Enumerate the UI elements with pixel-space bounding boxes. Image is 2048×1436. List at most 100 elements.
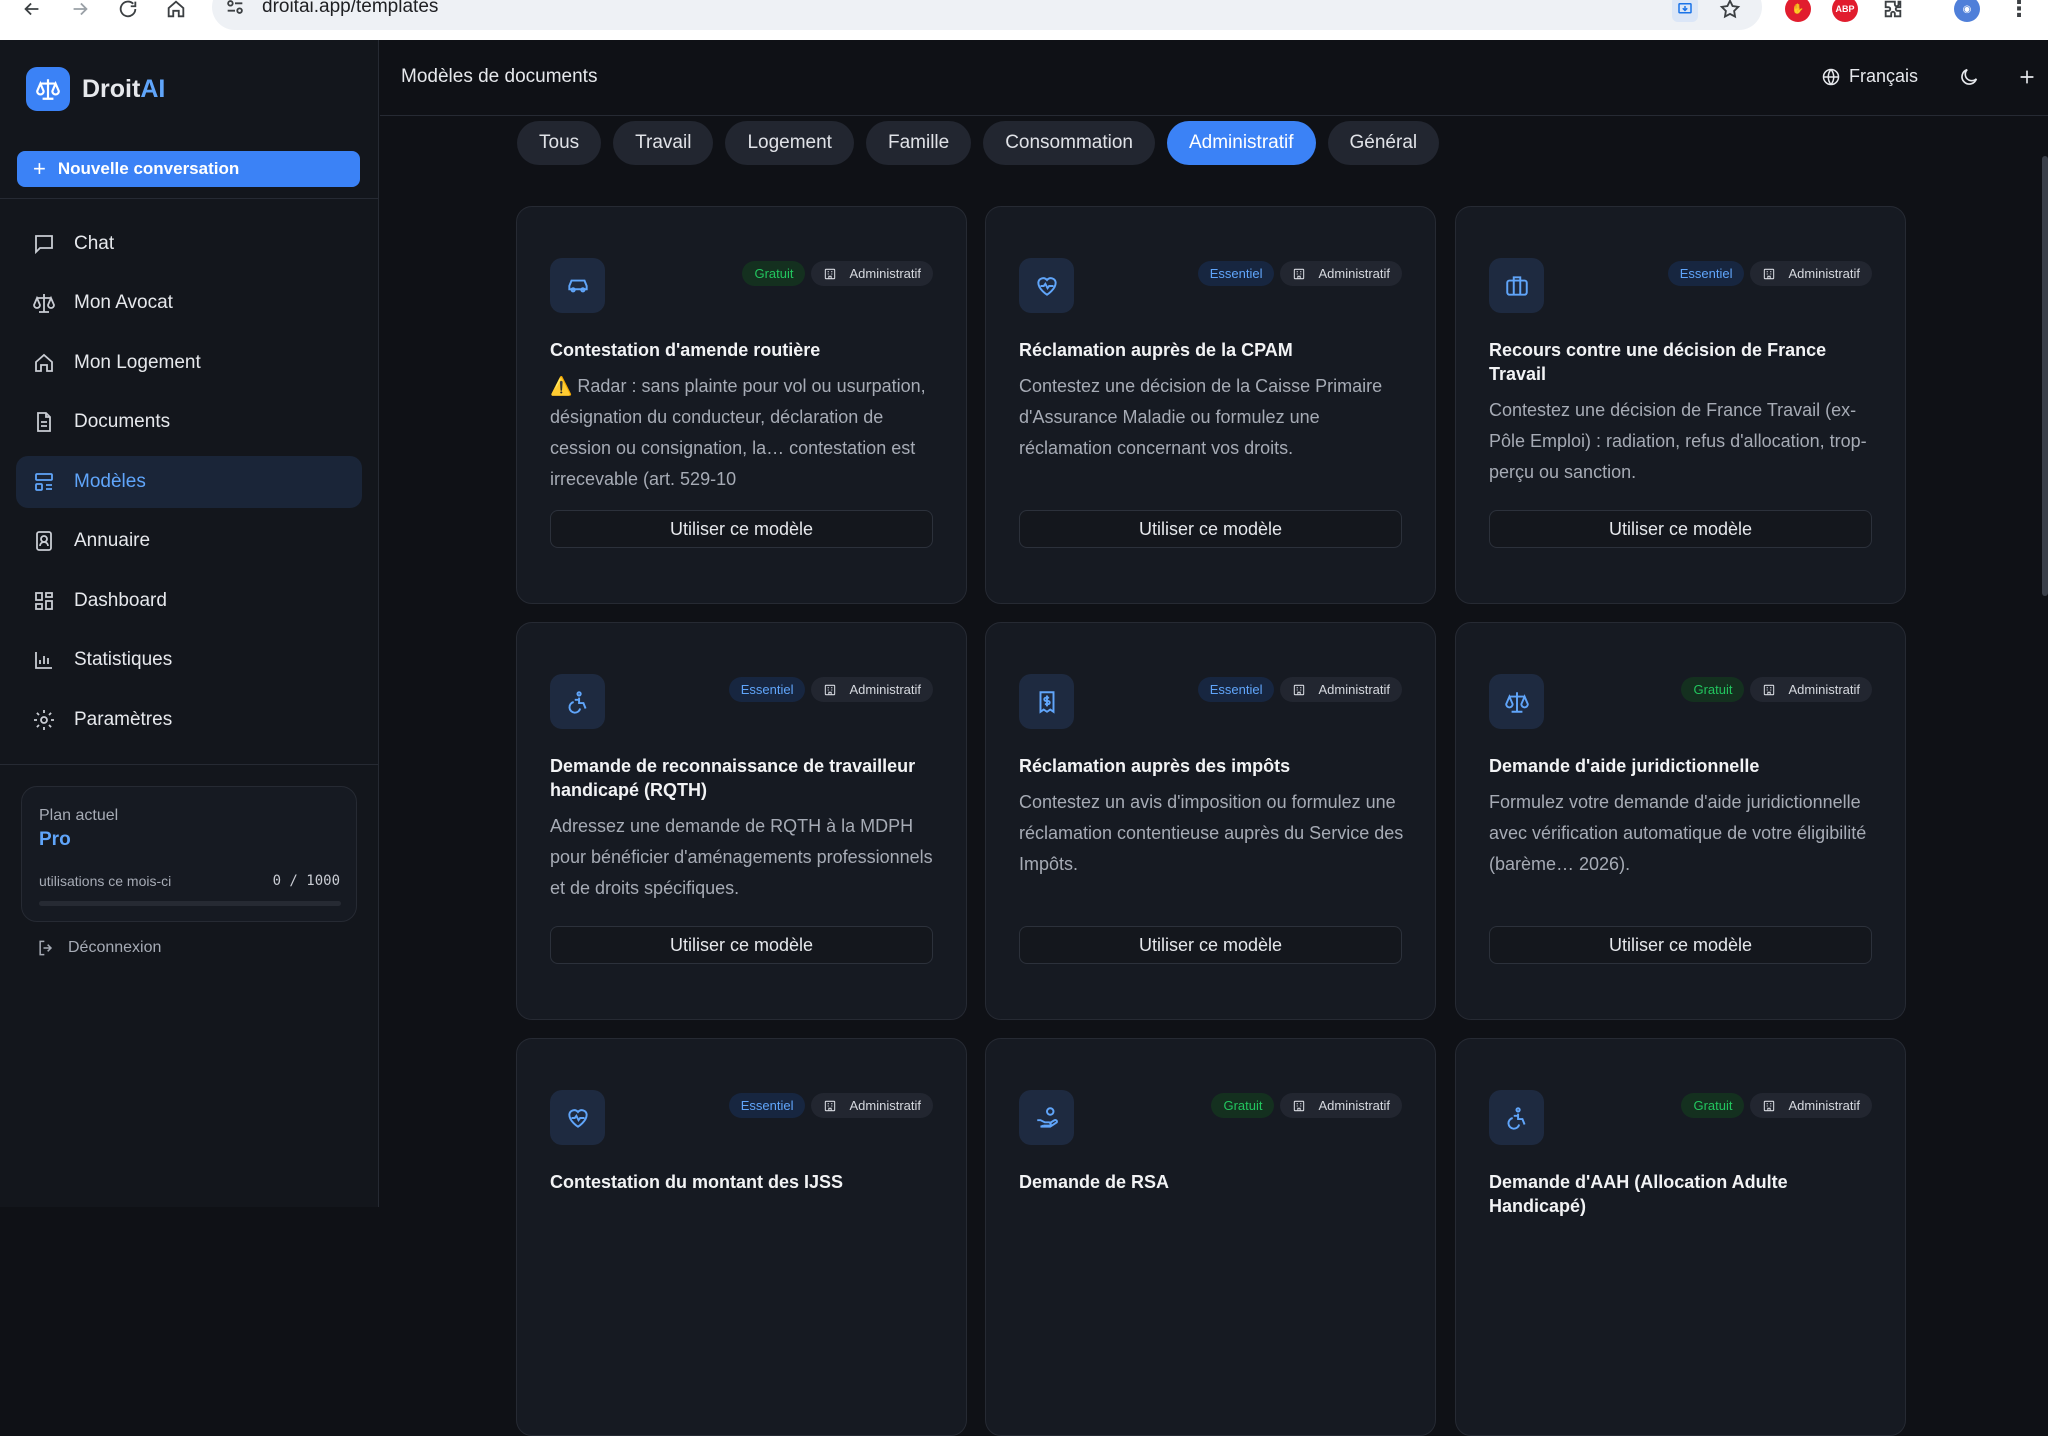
new-conversation-button[interactable]: + Nouvelle conversation: [17, 151, 360, 187]
use-template-button[interactable]: Utiliser ce modèle: [550, 510, 933, 548]
category-badge: Administratif: [1280, 1093, 1402, 1118]
sidebar-item-label: Chat: [74, 233, 115, 254]
category-badge: Administratif: [1280, 677, 1402, 702]
sidebar-item-label: Mon Avocat: [74, 292, 173, 313]
template-card: Essentiel Administratif Contestation du …: [516, 1038, 967, 1436]
card-description: Contestez une décision de la Caisse Prim…: [1019, 376, 1383, 458]
adblock-icon[interactable]: ABP: [1832, 0, 1858, 22]
bookmark-star-icon[interactable]: [1717, 0, 1743, 22]
sidebar-item-documents[interactable]: Documents: [16, 396, 362, 448]
extensions-puzzle-icon[interactable]: [1880, 0, 1906, 22]
sidebar-item-annuaire[interactable]: Annuaire: [16, 515, 362, 567]
filter-travail[interactable]: Travail: [613, 121, 714, 165]
main-scrollbar[interactable]: [2042, 156, 2048, 596]
layout-icon: [35, 473, 53, 491]
use-template-button[interactable]: Utiliser ce modèle: [1489, 926, 1872, 964]
category-label: Administratif: [1788, 266, 1860, 281]
use-template-button[interactable]: Utiliser ce modèle: [550, 926, 933, 964]
category-label: Administratif: [1318, 682, 1390, 697]
category-label: Administratif: [849, 1098, 921, 1113]
card-title: Réclamation auprès des impôts: [1019, 756, 1291, 776]
sidebar-item-modeles[interactable]: Modèles: [16, 456, 362, 508]
brand-name: DroitAI: [82, 75, 165, 104]
card-title: Contestation du montant des IJSS: [550, 1172, 844, 1192]
tier-badge: Essentiel: [728, 677, 806, 702]
tier-badge: Gratuit: [1211, 1093, 1275, 1118]
sidebar-item-label: Statistiques: [74, 649, 173, 670]
language-selector[interactable]: Français: [1821, 66, 1918, 87]
sidebar-item-label: Documents: [74, 411, 171, 432]
reload-icon[interactable]: [110, 0, 146, 27]
url-text[interactable]: droitai.app/templates: [262, 0, 438, 18]
extension-hand-icon[interactable]: ✋: [1785, 0, 1811, 22]
dark-mode-toggle[interactable]: [1958, 66, 1980, 88]
card-title: Réclamation auprès de la CPAM: [1019, 340, 1293, 360]
new-conversation-label: Nouvelle conversation: [57, 159, 240, 178]
page-title: Modèles de documents: [401, 66, 598, 87]
category-badge: Administratif: [1750, 677, 1872, 702]
filter-administratif[interactable]: Administratif: [1166, 121, 1316, 165]
category-label: Administratif: [1318, 1098, 1390, 1113]
sidebar-item-label: Mon Logement: [74, 352, 201, 373]
category-label: Administratif: [849, 266, 921, 281]
filter-consommation[interactable]: Consommation: [983, 121, 1155, 165]
sidebar-item-mon-avocat[interactable]: Mon Avocat: [16, 277, 362, 329]
sidebar-item-dashboard[interactable]: Dashboard: [16, 575, 362, 627]
card-title: Demande d'aide juridictionnelle: [1489, 756, 1760, 776]
template-card: Essentiel Administratif Réclamation aupr…: [985, 622, 1436, 1020]
template-card: Gratuit Administratif Demande d'AAH (All…: [1455, 1038, 1906, 1436]
tier-badge: Essentiel: [728, 1093, 806, 1118]
sidebar-item-statistiques[interactable]: Statistiques: [16, 634, 362, 686]
card-title: Recours contre une décision de France Tr…: [1489, 340, 1827, 384]
site-settings-icon[interactable]: [224, 0, 246, 18]
top-header: Modèles de documents Français: [380, 40, 2048, 116]
bar-chart-icon: [35, 652, 52, 669]
use-template-button[interactable]: Utiliser ce modèle: [1489, 510, 1872, 548]
use-template-button[interactable]: Utiliser ce modèle: [1019, 510, 1402, 548]
card-description: Contestez une décision de France Travail…: [1489, 400, 1867, 482]
card-title: Demande de RSA: [1019, 1172, 1170, 1192]
use-template-button[interactable]: Utiliser ce modèle: [1019, 926, 1402, 964]
sidebar-item-chat[interactable]: Chat: [16, 218, 362, 270]
sidebar-item-label: Dashboard: [74, 590, 167, 611]
address-bar[interactable]: [212, 0, 1762, 30]
tier-badge: Essentiel: [1667, 261, 1745, 286]
tier-badge: Essentiel: [1197, 677, 1275, 702]
plus-icon: [2020, 70, 2034, 84]
sidebar-item-parametres[interactable]: Paramètres: [16, 694, 362, 746]
category-badge: Administratif: [1280, 261, 1402, 286]
category-label: Administratif: [1318, 266, 1390, 281]
browser-toolbar: droitai.app/templates ✋ ABP ◉ ⋮: [0, 0, 2048, 40]
building-icon: [1764, 1100, 1775, 1111]
home-icon[interactable]: [158, 0, 194, 27]
category-badge: Administratif: [811, 1093, 933, 1118]
brand-logo[interactable]: DroitAI: [26, 67, 165, 111]
template-card: Gratuit Administratif Demande de RSA: [985, 1038, 1436, 1436]
logout-button[interactable]: Déconnexion: [36, 938, 161, 958]
header-add-button[interactable]: [2016, 66, 2038, 88]
scale-icon: [1489, 674, 1544, 729]
profile-avatar-icon[interactable]: ◉: [1954, 0, 1980, 22]
home-icon: [35, 353, 53, 372]
logout-icon: [39, 940, 53, 956]
back-icon[interactable]: [14, 0, 50, 27]
filter-logement[interactable]: Logement: [725, 121, 854, 165]
menu-kebab-icon[interactable]: ⋮: [2006, 0, 2032, 22]
sidebar-item-mon-logement[interactable]: Mon Logement: [16, 337, 362, 389]
install-app-icon[interactable]: [1672, 0, 1698, 22]
plus-icon: +: [33, 156, 46, 181]
building-icon: [1294, 268, 1305, 279]
tier-badge: Essentiel: [1197, 261, 1275, 286]
forward-icon[interactable]: [62, 0, 98, 27]
filter-famille[interactable]: Famille: [865, 121, 972, 165]
category-label: Administratif: [1788, 1098, 1860, 1113]
filter-tous[interactable]: Tous: [517, 121, 602, 165]
brand-name-primary: Droit: [82, 74, 141, 103]
document-icon: [37, 412, 51, 432]
app-root: DroitAI + Nouvelle conversation Chat Mon…: [0, 40, 2048, 1436]
filter-general[interactable]: Général: [1327, 121, 1440, 165]
template-card: Gratuit Administratif Contestation d'ame…: [516, 206, 967, 604]
chat-icon: [35, 235, 53, 255]
building-icon: [825, 1100, 836, 1111]
category-filters: Tous Travail Logement Famille Consommati…: [517, 121, 1440, 165]
